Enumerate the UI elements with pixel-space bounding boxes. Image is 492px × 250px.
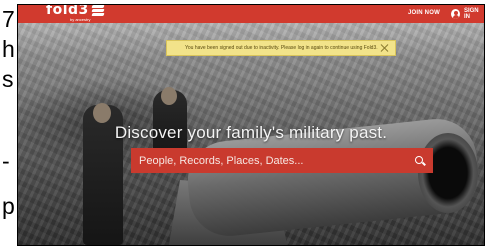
sign-in-button[interactable]: SIGN IN <box>451 8 484 20</box>
left-edge-char: s <box>2 66 14 92</box>
search-button[interactable] <box>407 148 433 173</box>
left-edge-char: h <box>2 36 15 62</box>
logo-text: fold3 <box>46 4 89 18</box>
inactivity-notice: You have been signed out due to inactivi… <box>166 40 396 56</box>
search-input[interactable] <box>131 148 407 173</box>
search-bar <box>131 148 433 173</box>
sign-in-label: SIGN IN <box>463 8 479 20</box>
left-edge-char: p <box>2 193 15 219</box>
browser-viewport: fold3 by ancestry JOIN NOW SIGN IN You h… <box>17 4 485 246</box>
fold3-logo[interactable]: fold3 <box>46 4 105 18</box>
left-edge-char: - <box>2 148 10 174</box>
join-now-link[interactable]: JOIN NOW <box>408 10 440 16</box>
search-icon-handle <box>422 161 426 166</box>
notice-message: You have been signed out due to inactivi… <box>185 45 378 51</box>
cannon-mouth <box>418 133 478 213</box>
top-navigation-bar: fold3 by ancestry JOIN NOW SIGN IN <box>18 5 484 23</box>
close-icon[interactable] <box>380 43 390 53</box>
soldier-head <box>161 87 177 105</box>
hero-headline: Discover your family's military past. <box>114 123 388 142</box>
logo-stripes-icon <box>91 5 105 16</box>
left-edge-char: 7 <box>2 6 15 32</box>
logo-subtitle: by ancestry <box>70 17 91 22</box>
soldier-head <box>93 103 111 123</box>
page: 7 h s - p fold3 by ancestry JOIN NOW SIG… <box>0 0 492 250</box>
user-icon <box>451 9 460 19</box>
